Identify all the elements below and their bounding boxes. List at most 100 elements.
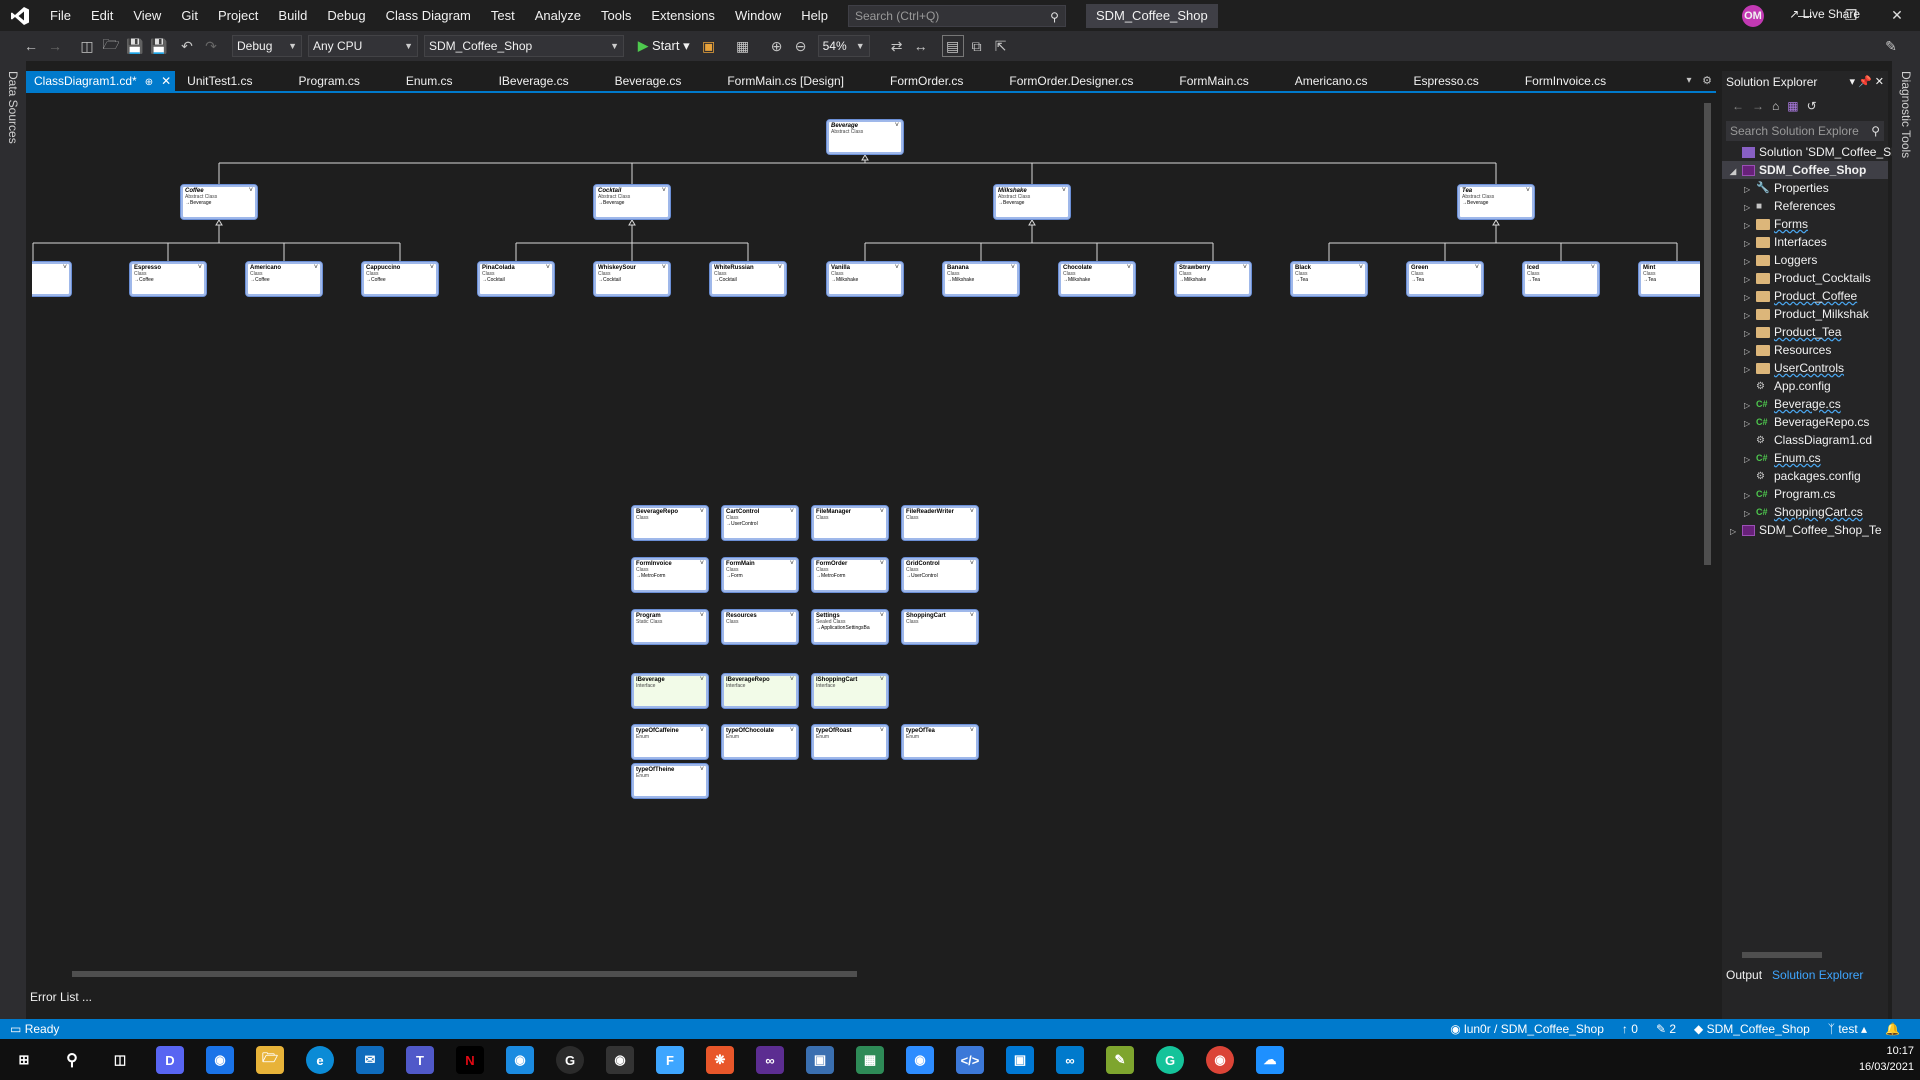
- expand-chevron-icon[interactable]: ˅: [880, 508, 884, 515]
- app-icon[interactable]: ✎: [1106, 1046, 1134, 1074]
- vscode-icon[interactable]: ∞: [1056, 1046, 1084, 1074]
- expand-chevron-icon[interactable]: ˅: [1591, 264, 1595, 271]
- branch-indicator[interactable]: ᛉ test ▴: [1828, 1019, 1867, 1039]
- home-icon[interactable]: ⌂: [1772, 99, 1779, 113]
- new-project-icon[interactable]: ◫: [76, 35, 98, 57]
- system-clock[interactable]: 10:17 16/03/2021: [1859, 1043, 1914, 1075]
- windows-start-icon[interactable]: ⊞: [10, 1046, 38, 1074]
- class-shape-coffee[interactable]: Coffee Abstract Class →Beverage ˅: [180, 184, 258, 220]
- class-shape-ibeveragerepo[interactable]: IBeverageRepo Interface ˅: [721, 673, 799, 709]
- class-shape-whiskeysour[interactable]: WhiskeySour Class →Cocktail ˅: [593, 261, 671, 297]
- class-shape-beverage[interactable]: Beverage Abstract Class ˅: [826, 119, 904, 155]
- expand-chevron-icon[interactable]: ˅: [546, 264, 550, 271]
- layout-diagram-icon[interactable]: ⧉: [966, 35, 988, 57]
- notifications-bell-icon[interactable]: 🔔: [1885, 1019, 1900, 1039]
- expand-chevron-icon[interactable]: ˅: [790, 676, 794, 683]
- error-list-tab[interactable]: Error List ...: [30, 990, 92, 1004]
- expand-chevron-icon[interactable]: ˅: [198, 264, 202, 271]
- chrome-icon[interactable]: ◉: [1206, 1046, 1234, 1074]
- history-icon[interactable]: ↺: [1807, 99, 1817, 113]
- expand-chevron-icon[interactable]: ˅: [662, 264, 666, 271]
- tab-espresso-cs[interactable]: Espresso.cs: [1405, 71, 1486, 91]
- forward-icon[interactable]: →: [1752, 99, 1764, 113]
- class-shape-green[interactable]: Green Class →Tea ˅: [1406, 261, 1484, 297]
- menu-build[interactable]: Build: [268, 0, 317, 31]
- visual-studio-icon[interactable]: ∞: [756, 1046, 784, 1074]
- menu-class-diagram[interactable]: Class Diagram: [376, 0, 481, 31]
- class-shape-typeofchocolate[interactable]: typeOfChocolate Enum ˅: [721, 724, 799, 760]
- class-shape-black[interactable]: Black Class →Tea ˅: [1290, 261, 1368, 297]
- layout-icon[interactable]: ▦: [732, 35, 754, 57]
- tree-item-interfaces[interactable]: ▷ Interfaces: [1722, 233, 1888, 251]
- class-shape-typeoftea[interactable]: typeOfTea Enum ˅: [901, 724, 979, 760]
- live-share-button[interactable]: ↗ Live Share: [1789, 7, 1860, 21]
- tree-item-enum-cs[interactable]: ▷ C# Enum.cs: [1722, 449, 1888, 467]
- menu-help[interactable]: Help: [791, 0, 838, 31]
- expand-chevron-icon[interactable]: ˅: [430, 264, 434, 271]
- tab-output[interactable]: Output: [1726, 965, 1762, 985]
- tree-item-app-config[interactable]: ⚙ App.config: [1722, 377, 1888, 395]
- app-icon[interactable]: ◉: [506, 1046, 534, 1074]
- class-shape-settings[interactable]: Settings Sealed Class →ApplicationSettings…: [811, 609, 889, 645]
- menu-view[interactable]: View: [123, 0, 171, 31]
- tree-item-forms[interactable]: ▷ Forms: [1722, 215, 1888, 233]
- tree-item-product-cocktails[interactable]: ▷ Product_Cocktails: [1722, 269, 1888, 287]
- scrollbar-thumb[interactable]: [1742, 952, 1822, 958]
- expand-chevron-icon[interactable]: ˅: [790, 727, 794, 734]
- class-shape-resources[interactable]: Resources Class ˅: [721, 609, 799, 645]
- tab-list-dropdown-icon[interactable]: ▾: [1680, 71, 1698, 89]
- tree-item-properties[interactable]: ▷ 🔧 Properties: [1722, 179, 1888, 197]
- class-shape-filemanager[interactable]: FileManager Class ˅: [811, 505, 889, 541]
- class-shape-formorder[interactable]: FormOrder Class →MetroForm ˅: [811, 557, 889, 593]
- expand-chevron-icon[interactable]: ˅: [700, 508, 704, 515]
- menu-debug[interactable]: Debug: [317, 0, 375, 31]
- tree-item-sdm-coffee-shop-te[interactable]: ▷ SDM_Coffee_Shop_Te: [1722, 521, 1888, 539]
- tab-ibeverage-cs[interactable]: IBeverage.cs: [491, 71, 577, 91]
- class-shape-gridcontrol[interactable]: GridControl Class →UserControl ˅: [901, 557, 979, 593]
- menu-analyze[interactable]: Analyze: [525, 0, 591, 31]
- tree-item-beverage-cs[interactable]: ▷ C# Beverage.cs: [1722, 395, 1888, 413]
- start-button[interactable]: ▶ Start ▾: [638, 38, 690, 54]
- tree-item-resources[interactable]: ▷ Resources: [1722, 341, 1888, 359]
- menu-extensions[interactable]: Extensions: [641, 0, 725, 31]
- expand-chevron-icon[interactable]: ˅: [1127, 264, 1131, 271]
- expand-chevron-icon[interactable]: ˅: [1062, 187, 1066, 194]
- scrollbar-thumb[interactable]: [72, 971, 857, 977]
- solution-explorer-scrollbar[interactable]: [1722, 948, 1888, 962]
- app-icon[interactable]: ❋: [706, 1046, 734, 1074]
- tree-item-beveragerepo-cs[interactable]: ▷ C# BeverageRepo.cs: [1722, 413, 1888, 431]
- tab-program-cs[interactable]: Program.cs: [291, 71, 368, 91]
- zoom-out-icon[interactable]: ⊖: [790, 35, 812, 57]
- tab-classdiagram1-cd[interactable]: ClassDiagram1.cd* ⊕ ✕: [26, 71, 176, 91]
- user-avatar[interactable]: OM: [1742, 5, 1764, 27]
- grammarly-icon[interactable]: G: [1156, 1046, 1184, 1074]
- github-desktop-icon[interactable]: G: [556, 1046, 584, 1074]
- menu-git[interactable]: Git: [171, 0, 208, 31]
- class-shape-shoppingcart[interactable]: ShoppingCart Class ˅: [901, 609, 979, 645]
- tab-beverage-cs[interactable]: Beverage.cs: [607, 71, 690, 91]
- expand-chevron-icon[interactable]: ˅: [249, 187, 253, 194]
- expand-chevron-icon[interactable]: ˅: [970, 612, 974, 619]
- class-shape-typeofroast[interactable]: typeOfRoast Enum ˅: [811, 724, 889, 760]
- expand-chevron-icon[interactable]: ˅: [1243, 264, 1247, 271]
- menu-tools[interactable]: Tools: [591, 0, 641, 31]
- class-shape-filereaderwriter[interactable]: FileReaderWriter Class ˅: [901, 505, 979, 541]
- app-icon[interactable]: ▣: [1006, 1046, 1034, 1074]
- class-shape-pinacolada[interactable]: PinaColada Class →Cocktail ˅: [477, 261, 555, 297]
- expand-chevron-icon[interactable]: ˅: [314, 264, 318, 271]
- repository-indicator[interactable]: ◉ lun0r / SDM_Coffee_Shop: [1450, 1019, 1604, 1039]
- class-shape-espresso[interactable]: Espresso Class →Coffee ˅: [129, 261, 207, 297]
- settings-gear-icon[interactable]: ⚙: [1698, 71, 1716, 89]
- expand-chevron-icon[interactable]: ˅: [790, 612, 794, 619]
- menu-test[interactable]: Test: [481, 0, 525, 31]
- forward-icon[interactable]: →: [44, 35, 66, 57]
- browser-link-icon[interactable]: ▣: [698, 35, 720, 57]
- app-icon[interactable]: ▦: [856, 1046, 884, 1074]
- app-icon[interactable]: ▣: [806, 1046, 834, 1074]
- pin-icon[interactable]: ⊕: [145, 77, 153, 88]
- feedback-icon[interactable]: ✎: [1880, 35, 1902, 57]
- expand-chevron-icon[interactable]: ˅: [880, 676, 884, 683]
- expand-chevron-icon[interactable]: ˅: [970, 560, 974, 567]
- tab-enum-cs[interactable]: Enum.cs: [398, 71, 461, 91]
- tree-item-packages-config[interactable]: ⚙ packages.config: [1722, 467, 1888, 485]
